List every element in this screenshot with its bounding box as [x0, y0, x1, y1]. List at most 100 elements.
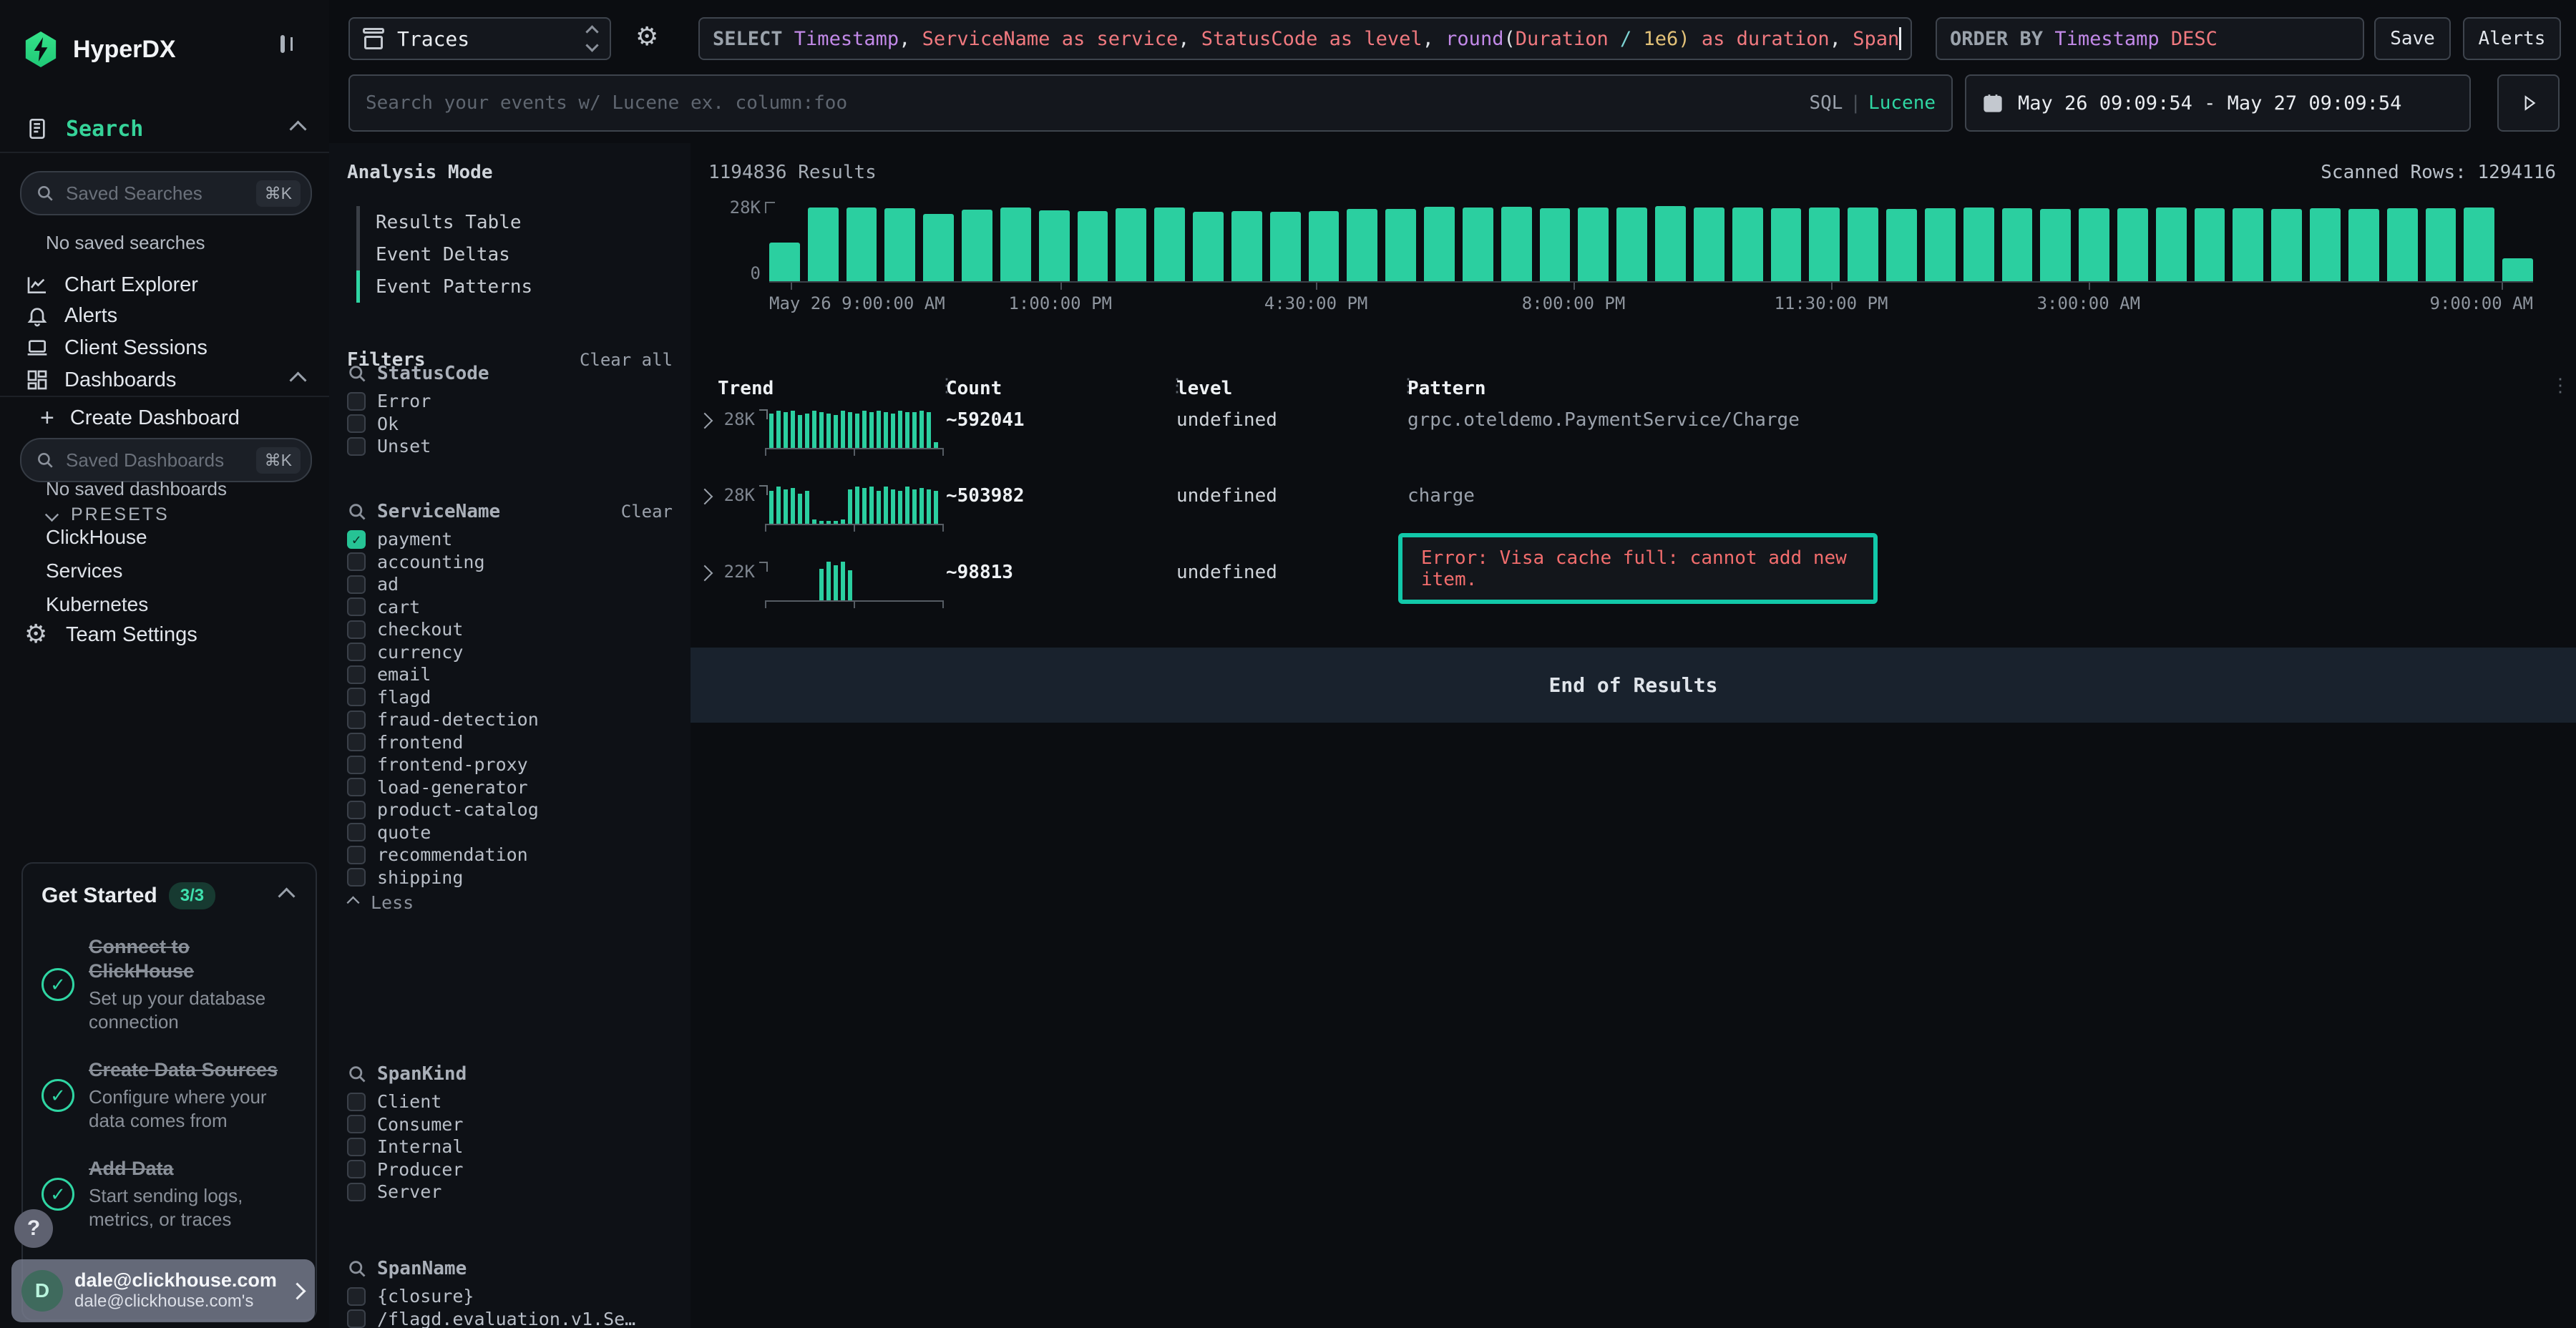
histogram-bar[interactable]: [769, 243, 800, 281]
histogram-bar[interactable]: [2271, 209, 2302, 281]
checkbox-unchecked[interactable]: [347, 1183, 366, 1201]
filter-option-unset[interactable]: Unset: [347, 435, 673, 457]
filter-option-currency[interactable]: currency: [347, 641, 673, 663]
histogram-bar[interactable]: [2310, 208, 2341, 281]
col-header-level[interactable]: level: [1176, 378, 1232, 399]
sidebar-item-client-sessions[interactable]: Client Sessions: [0, 331, 329, 364]
histogram-bar[interactable]: [2348, 209, 2379, 281]
checkbox-unchecked[interactable]: [347, 1115, 366, 1133]
histogram-bar[interactable]: [2079, 208, 2109, 281]
checkbox-unchecked[interactable]: [347, 1160, 366, 1178]
row-expand-icon[interactable]: [697, 565, 713, 582]
checkbox-unchecked[interactable]: [347, 778, 366, 796]
histogram-bar[interactable]: [2040, 209, 2071, 281]
filter-option-recommendation[interactable]: recommendation: [347, 844, 673, 866]
analysis-mode-event-patterns[interactable]: Event Patterns: [356, 270, 657, 303]
col-header-trend[interactable]: Trend: [718, 378, 774, 399]
filter-option-load-generator[interactable]: load-generator: [347, 776, 673, 799]
analysis-mode-results-table[interactable]: Results Table: [356, 206, 657, 238]
sidebar-item-team-settings[interactable]: ⚙ Team Settings: [0, 618, 329, 651]
checkbox-unchecked[interactable]: [347, 643, 366, 661]
histogram-bar[interactable]: [1616, 208, 1647, 282]
histogram-bar[interactable]: [1385, 209, 1416, 281]
histogram-bar[interactable]: [1000, 208, 1031, 281]
sidebar-item-dashboards[interactable]: Dashboards: [0, 363, 329, 396]
checkbox-unchecked[interactable]: [347, 597, 366, 616]
checkbox-unchecked[interactable]: [347, 620, 366, 639]
filter-option--closure-[interactable]: {closure}: [347, 1285, 673, 1307]
preset-item-kubernetes[interactable]: Kubernetes: [46, 593, 148, 616]
filter-option-product-catalog[interactable]: product-catalog: [347, 799, 673, 821]
checkbox-unchecked[interactable]: [347, 823, 366, 841]
histogram-bar[interactable]: [2387, 208, 2418, 281]
histogram-bar[interactable]: [1732, 208, 1763, 282]
checkbox-unchecked[interactable]: [347, 392, 366, 411]
filter-option-email[interactable]: email: [347, 663, 673, 685]
filter-option-ok[interactable]: Ok: [347, 413, 673, 435]
show-less-toggle[interactable]: Less: [347, 892, 673, 914]
clear-group-link[interactable]: Clear: [621, 502, 673, 522]
histogram-bar[interactable]: [847, 208, 877, 282]
checkbox-unchecked[interactable]: [347, 756, 366, 774]
results-histogram[interactable]: [769, 206, 2533, 281]
filter-option-error[interactable]: Error: [347, 390, 673, 412]
get-started-item[interactable]: ✓Create Data SourcesConfigure where your…: [42, 1058, 297, 1133]
filter-option-cart[interactable]: cart: [347, 596, 673, 618]
histogram-bar[interactable]: [2156, 208, 2187, 282]
filter-option-checkout[interactable]: checkout: [347, 618, 673, 640]
histogram-bar[interactable]: [1578, 208, 1609, 281]
checkbox-unchecked[interactable]: [347, 688, 366, 706]
sql-mode-toggle[interactable]: SQL: [1809, 92, 1843, 114]
histogram-bar[interactable]: [808, 208, 839, 282]
histogram-bar[interactable]: [1309, 211, 1340, 281]
date-range-picker[interactable]: May 26 09:09:54 - May 27 09:09:54: [1965, 74, 2471, 132]
filter-option-quote[interactable]: quote: [347, 821, 673, 844]
get-started-item[interactable]: ✓Connect to ClickHouseSet up your databa…: [42, 935, 297, 1034]
histogram-bar[interactable]: [1925, 208, 1956, 281]
source-select[interactable]: Traces: [348, 17, 611, 60]
histogram-bar[interactable]: [1655, 206, 1686, 281]
filter-option-flagd[interactable]: flagd: [347, 686, 673, 708]
row-expand-icon[interactable]: [697, 489, 713, 505]
checkbox-unchecked[interactable]: [347, 868, 366, 887]
filter-option-internal[interactable]: Internal: [347, 1136, 673, 1158]
col-header-count[interactable]: Count: [946, 378, 1002, 399]
analysis-mode-event-deltas[interactable]: Event Deltas: [356, 238, 657, 270]
chevron-up-icon[interactable]: [278, 887, 295, 904]
filter-option-frontend-proxy[interactable]: frontend-proxy: [347, 753, 673, 776]
order-by-input[interactable]: ORDER BY Timestamp DESC: [1936, 17, 2364, 60]
checkbox-unchecked[interactable]: [347, 801, 366, 819]
histogram-bar[interactable]: [1848, 208, 1878, 281]
filter-option-producer[interactable]: Producer: [347, 1158, 673, 1181]
histogram-bar[interactable]: [2502, 258, 2533, 281]
sql-select-input[interactable]: SELECT Timestamp, ServiceName as service…: [698, 17, 1912, 60]
histogram-bar[interactable]: [1270, 212, 1301, 282]
histogram-bar[interactable]: [2233, 208, 2263, 281]
lucene-mode-toggle[interactable]: Lucene: [1868, 92, 1936, 114]
histogram-bar[interactable]: [1463, 208, 1493, 281]
checkbox-unchecked[interactable]: [347, 1138, 366, 1156]
histogram-bar[interactable]: [1116, 208, 1146, 281]
checkbox-unchecked[interactable]: [347, 575, 366, 594]
histogram-bar[interactable]: [1501, 207, 1532, 281]
checkbox-unchecked[interactable]: [347, 552, 366, 571]
histogram-bar[interactable]: [1809, 208, 1840, 281]
filter-option-fraud-detection[interactable]: fraud-detection: [347, 708, 673, 731]
checkbox-unchecked[interactable]: [347, 665, 366, 684]
checkbox-unchecked[interactable]: [347, 437, 366, 456]
histogram-bar[interactable]: [884, 208, 915, 281]
histogram-bar[interactable]: [1154, 208, 1185, 282]
histogram-bar[interactable]: [1347, 209, 1377, 281]
row-expand-icon[interactable]: [697, 413, 713, 429]
filter-option-shipping[interactable]: shipping: [347, 866, 673, 889]
save-button[interactable]: Save: [2374, 17, 2451, 60]
histogram-bar[interactable]: [2426, 208, 2457, 281]
create-dashboard-button[interactable]: + Create Dashboard: [40, 402, 240, 434]
histogram-bar[interactable]: [1694, 208, 1724, 281]
get-started-item[interactable]: ✓Add DataStart sending logs, metrics, or…: [42, 1157, 297, 1231]
filter-option-client[interactable]: Client: [347, 1090, 673, 1113]
presets-toggle[interactable]: PRESETS: [46, 502, 170, 527]
sidebar-collapse-button[interactable]: [280, 37, 285, 51]
filter-option-payment[interactable]: ✓payment: [347, 528, 673, 550]
saved-searches-input[interactable]: Saved Searches ⌘K: [20, 171, 312, 215]
